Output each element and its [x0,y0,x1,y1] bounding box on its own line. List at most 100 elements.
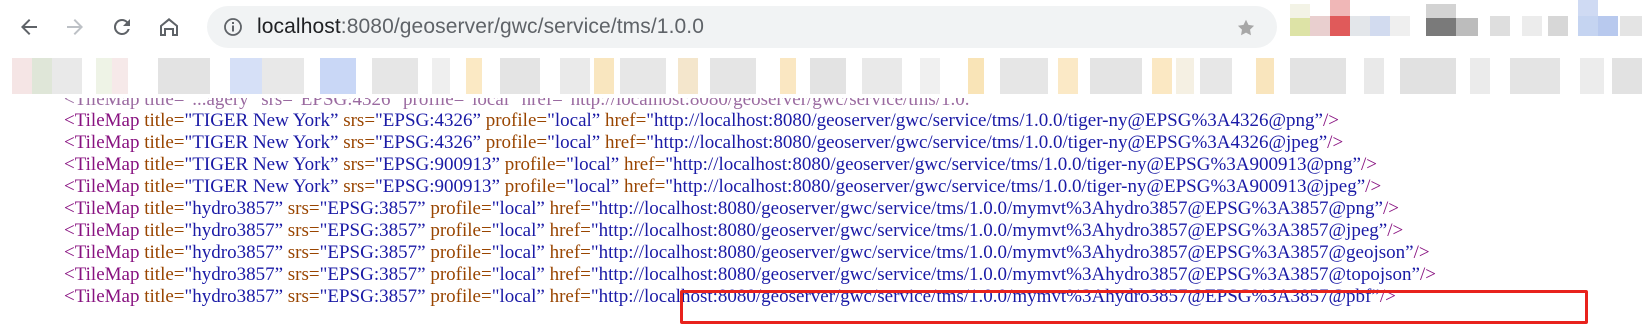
xml-attr-srs: srs= [283,242,320,263]
xml-attr-profile: profile= [425,286,492,307]
bookmark-star-icon[interactable] [1235,17,1257,39]
xml-attr-srs: srs= [283,198,320,219]
xml-attr-profile: profile= [480,132,548,153]
xml-tag-open: <TileMap [64,242,145,263]
xml-value-profile: "local” [491,198,545,219]
xml-value-title: "TIGER New York” [184,154,339,175]
xml-value-href: "http://localhost:8080/geoserver/gwc/ser… [665,154,1361,175]
back-icon[interactable] [11,9,47,45]
xml-value-srs: "EPSG:3857” [319,220,426,241]
xml-value-href: "http://localhost:8080/geoserver/gwc/ser… [665,176,1366,197]
xml-attr-title: title= [144,242,185,263]
xml-value-href: "http://localhost:8080/geoserver/gwc/ser… [590,220,1388,241]
xml-tilemap-line: <TileMap title="hydro3857” srs="EPSG:385… [64,263,1436,286]
xml-attr-srs: srs= [338,110,376,131]
xml-attr-srs: srs= [283,286,320,307]
xml-value-title: "hydro3857” [184,242,284,263]
xml-tag-close: /> [1327,132,1344,153]
xml-attr-srs: srs= [338,176,376,197]
xml-tag-close: /> [1413,242,1430,263]
xml-tilemap-line: <TileMap title="hydro3857” srs="EPSG:385… [64,197,1399,220]
address-bar[interactable]: localhost:8080/geoserver/gwc/service/tms… [207,6,1277,48]
home-icon[interactable] [151,9,187,45]
xml-attr-srs: srs= [338,154,376,175]
xml-value-srs: "EPSG:4326” [375,110,481,131]
xml-attr-profile: profile= [499,154,567,175]
xml-value-title: "TIGER New York” [184,176,339,197]
browser-toolbar: localhost:8080/geoserver/gwc/service/tms… [0,0,1642,54]
xml-attr-title: title= [144,132,185,153]
xml-value-title: "hydro3857” [184,220,284,241]
xml-value-href: "http://localhost:8080/geoserver/gwc/ser… [646,132,1328,153]
xml-value-href: "http://localhost:8080/geoserver/gwc/ser… [590,198,1383,219]
xml-attr-href: href= [600,132,647,153]
xml-attr-href: href= [600,110,647,131]
xml-tag-close: /> [1365,176,1382,197]
xml-value-profile: "local” [491,242,545,263]
xml-tag-open: <TileMap [64,220,145,241]
url-text[interactable]: localhost:8080/geoserver/gwc/service/tms… [257,15,704,39]
xml-tilemap-line: <TileMap title="TIGER New York” srs="EPS… [64,109,1339,132]
xml-attr-title: title= [144,264,185,285]
xml-value-profile: "local” [547,110,601,131]
xml-value-profile: "local” [566,154,620,175]
xml-tag-open: <TileMap [64,286,145,307]
xml-value-href: "http://localhost:8080/geoserver/gwc/ser… [590,242,1414,263]
xml-value-profile: "local” [566,176,620,197]
xml-value-href: "http://localhost:8080/geoserver/gwc/ser… [646,110,1323,131]
xml-tag-open: <TileMap [64,176,145,197]
xml-attr-profile: profile= [480,110,548,131]
xml-attr-profile: profile= [425,220,492,241]
xml-attr-srs: srs= [283,220,320,241]
xml-value-srs: "EPSG:900913” [375,176,500,197]
xml-tag-open: <TileMap [64,264,145,285]
xml-value-profile: "local” [491,220,545,241]
xml-attr-href: href= [544,242,591,263]
xml-value-profile: "local” [547,132,601,153]
xml-tag-close: /> [1387,220,1404,241]
xml-tag-open: <TileMap [64,154,145,175]
xml-attr-srs: srs= [283,264,320,285]
xml-tag-open: <TileMap [64,132,145,153]
url-host: localhost [257,15,341,38]
xml-attr-href: href= [544,220,591,241]
reload-icon[interactable] [104,9,140,45]
xml-attr-profile: profile= [425,198,492,219]
xml-tilemap-line: <TileMap title="TIGER New York” srs="EPS… [64,131,1343,154]
xml-value-title: "hydro3857” [184,198,284,219]
xml-tag-close: /> [1382,198,1399,219]
xml-value-title: "TIGER New York” [184,132,339,153]
xml-attr-title: title= [144,176,185,197]
info-icon[interactable] [223,17,243,37]
xml-attr-href: href= [619,176,666,197]
xml-tilemap-line: <TileMap title="hydro3857” srs="EPSG:385… [64,219,1403,242]
extensions-area [1290,0,1642,54]
xml-attr-href: href= [544,286,591,307]
forward-icon[interactable] [57,9,93,45]
xml-attr-profile: profile= [425,264,492,285]
xml-value-href: "http://localhost:8080/geoserver/gwc/ser… [590,264,1420,285]
xml-value-srs: "EPSG:4326” [375,132,481,153]
xml-attr-href: href= [619,154,666,175]
xml-attr-title: title= [144,220,185,241]
xml-attr-srs: srs= [338,132,376,153]
xml-tilemap-line: <TileMap title="TIGER New York” srs="EPS… [64,175,1381,198]
xml-value-title: "hydro3857” [184,264,284,285]
xml-attr-title: title= [144,154,185,175]
xml-attr-title: title= [144,198,185,219]
xml-tilemap-line: <TileMap title="hydro3857” srs="EPSG:385… [64,241,1430,264]
xml-attr-title: title= [144,110,185,131]
xml-attr-profile: profile= [499,176,567,197]
xml-tilemap-line: <TileMap title="TIGER New York” srs="EPS… [64,153,1377,176]
xml-value-title: "hydro3857” [184,286,284,307]
bookmarks-bar [0,54,1642,98]
highlight-box [680,290,1588,324]
xml-attr-title: title= [144,286,185,307]
xml-tag-close: /> [1322,110,1339,131]
xml-value-srs: "EPSG:3857” [319,242,426,263]
xml-value-srs: "EPSG:3857” [319,198,426,219]
url-path: :8080/geoserver/gwc/service/tms/1.0.0 [340,15,704,38]
xml-tag-open: <TileMap [64,110,145,131]
xml-attr-href: href= [544,264,591,285]
xml-value-srs: "EPSG:3857” [319,264,426,285]
